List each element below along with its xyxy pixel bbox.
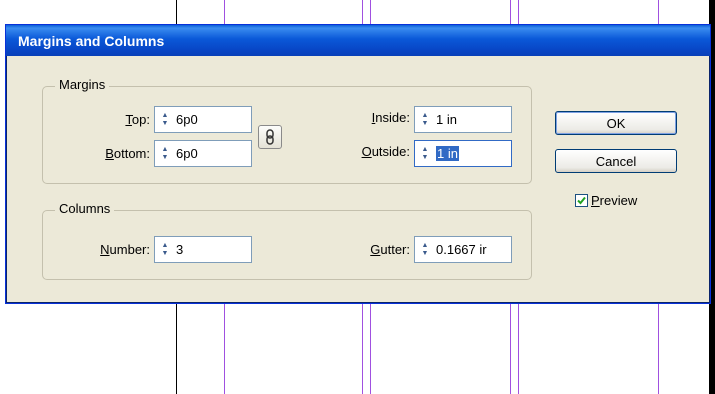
dialog-title[interactable]: Margins and Columns — [6, 25, 710, 56]
margins-columns-dialog: Margins and Columns Margins Top: ▲ ▼ 6p0 … — [5, 24, 711, 304]
gutter-label: Gutter: — [370, 242, 410, 257]
bottom-margin-field[interactable]: ▲ ▼ 6p0 — [154, 140, 252, 167]
cancel-button[interactable]: Cancel — [555, 149, 677, 173]
number-columns-field[interactable]: ▲ ▼ 3 — [154, 236, 252, 263]
ok-button[interactable]: OK — [555, 111, 677, 135]
margins-legend: Margins — [55, 77, 110, 92]
spinner-arrows-icon[interactable]: ▲ ▼ — [418, 109, 432, 130]
checkmark-icon — [577, 196, 586, 205]
inside-label: Inside: — [371, 110, 410, 125]
margins-group: Margins — [42, 77, 532, 184]
number-label: Number: — [100, 242, 150, 257]
preview-checkbox[interactable] — [575, 194, 588, 207]
top-margin-value[interactable]: 6p0 — [176, 112, 198, 127]
spinner-arrows-icon[interactable]: ▲ ▼ — [158, 109, 172, 130]
gutter-value[interactable]: 0.1667 ir — [436, 242, 487, 257]
top-margin-field[interactable]: ▲ ▼ 6p0 — [154, 106, 252, 133]
bottom-label: Bottom: — [105, 146, 150, 161]
columns-legend: Columns — [55, 201, 115, 216]
spinner-arrows-icon[interactable]: ▲ ▼ — [418, 143, 432, 164]
outside-margin-value[interactable]: 1 in — [436, 146, 459, 161]
number-columns-value[interactable]: 3 — [176, 242, 183, 257]
top-label: Top: — [125, 112, 150, 127]
outside-margin-field[interactable]: ▲ ▼ 1 in — [414, 140, 512, 167]
spinner-arrows-icon[interactable]: ▲ ▼ — [158, 239, 172, 260]
spinner-arrows-icon[interactable]: ▲ ▼ — [418, 239, 432, 260]
spinner-arrows-icon[interactable]: ▲ ▼ — [158, 143, 172, 164]
inside-margin-value[interactable]: 1 in — [436, 112, 457, 127]
chain-link-icon[interactable] — [258, 125, 282, 149]
preview-label[interactable]: Preview — [591, 193, 637, 208]
inside-margin-field[interactable]: ▲ ▼ 1 in — [414, 106, 512, 133]
outside-label: Outside: — [361, 144, 410, 159]
bottom-margin-value[interactable]: 6p0 — [176, 146, 198, 161]
gutter-field[interactable]: ▲ ▼ 0.1667 ir — [414, 236, 512, 263]
